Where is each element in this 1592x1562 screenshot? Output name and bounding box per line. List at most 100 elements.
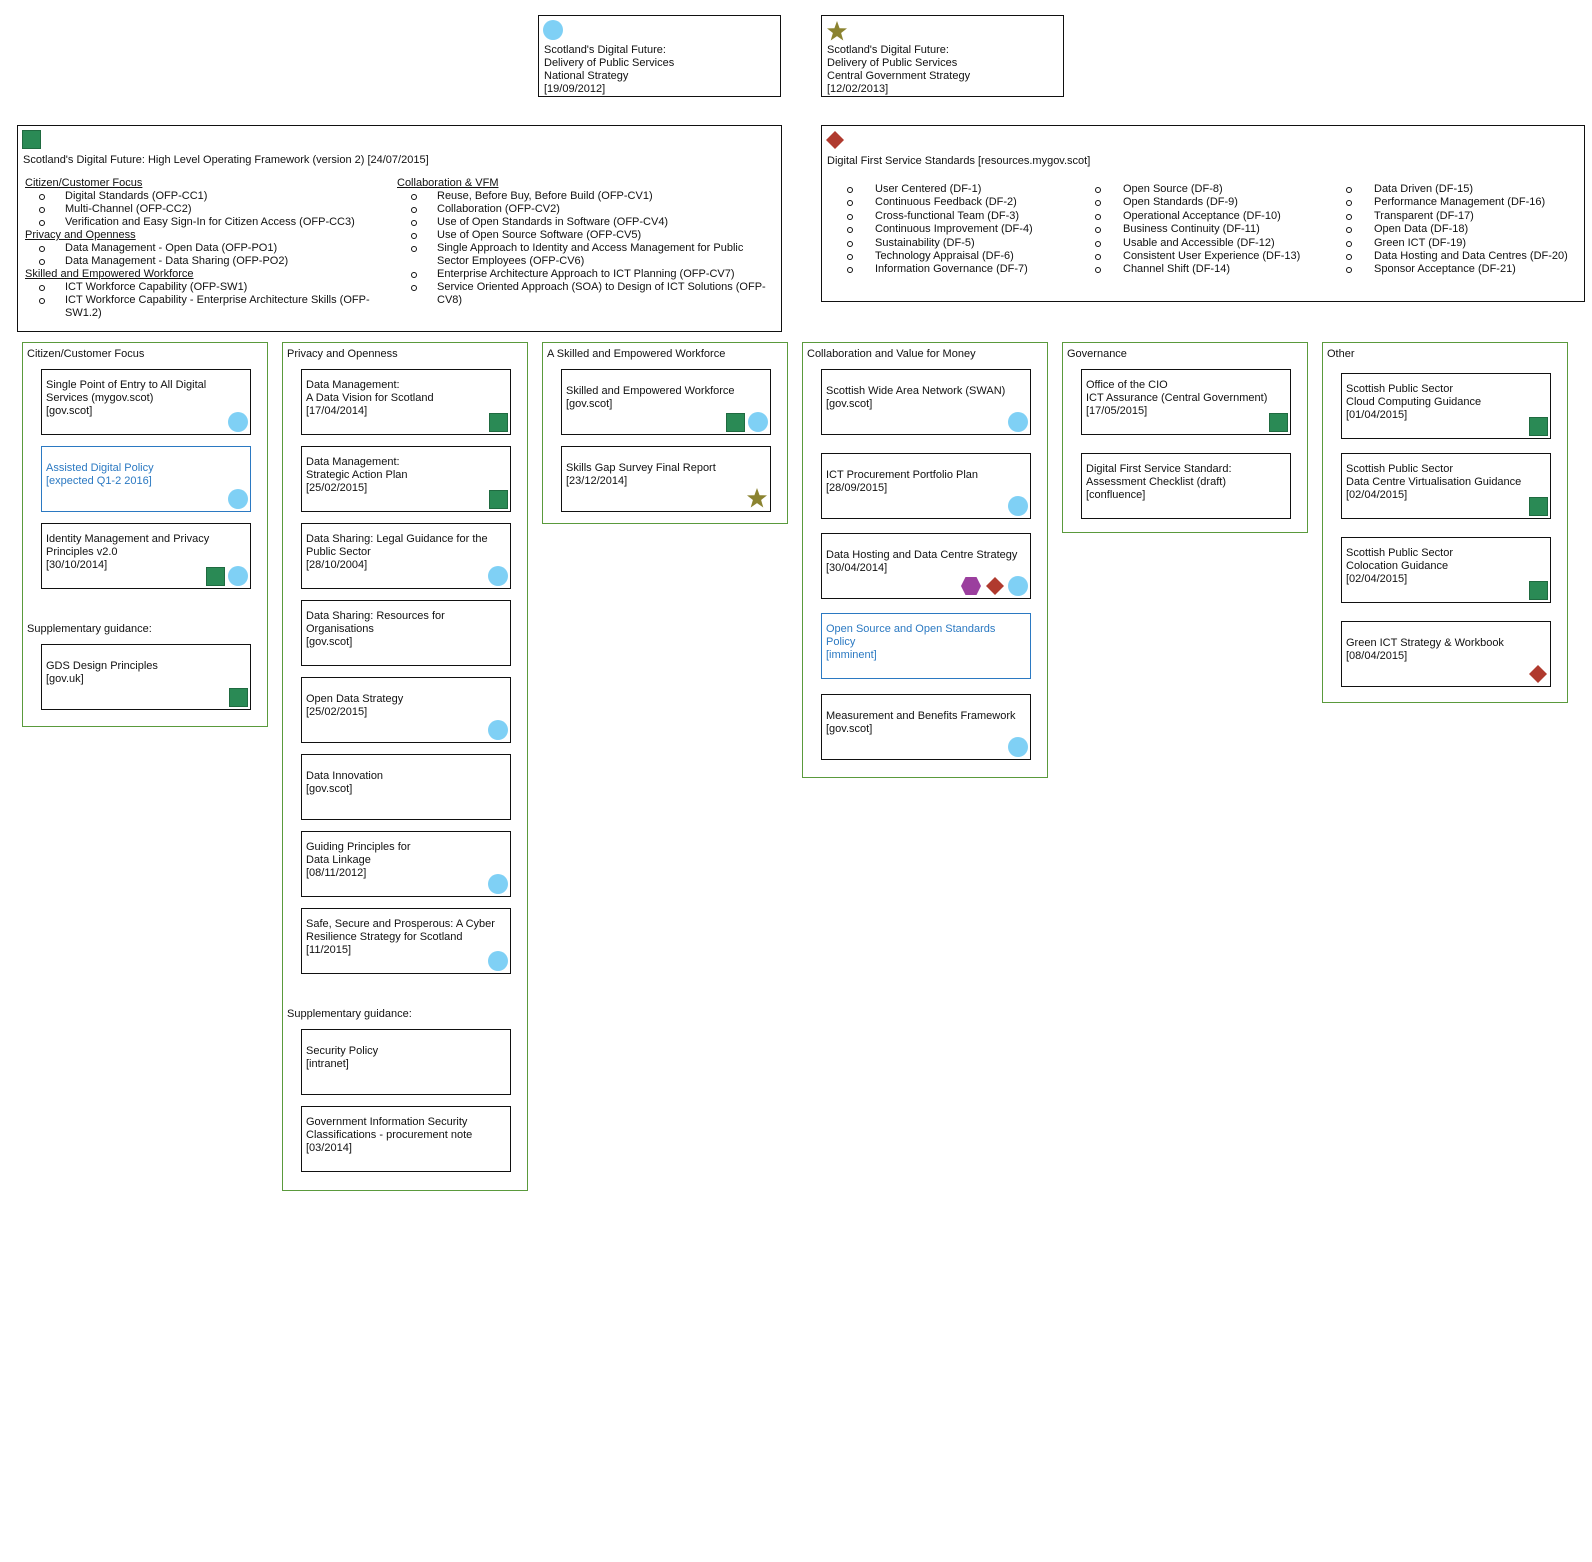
standard-item: Operational Acceptance (DF-10) <box>1095 210 1300 223</box>
framework-item: Single Approach to Identity and Access M… <box>397 242 767 268</box>
document-card[interactable]: Office of the CIO ICT Assurance (Central… <box>1081 369 1291 435</box>
source-icons <box>228 489 248 509</box>
document-card[interactable]: Data Sharing: Legal Guidance for the Pub… <box>301 523 511 589</box>
circle-icon <box>488 874 508 894</box>
circle-icon <box>543 20 563 40</box>
diamond-icon <box>825 130 845 150</box>
standard-item: Transparent (DF-17) <box>1346 210 1568 223</box>
circle-icon <box>488 566 508 586</box>
framework-item: ICT Workforce Capability - Enterprise Ar… <box>25 294 380 320</box>
framework-item: Service Oriented Approach (SOA) to Desig… <box>397 281 767 307</box>
star-icon <box>826 20 848 42</box>
document-card[interactable]: Scottish Public Sector Cloud Computing G… <box>1341 373 1551 439</box>
national-strategy-title: Scotland's Digital Future: Delivery of P… <box>544 44 675 95</box>
document-title: Safe, Secure and Prosperous: A Cyber Res… <box>306 917 495 956</box>
document-title: Single Point of Entry to All Digital Ser… <box>46 378 207 417</box>
source-icons <box>1008 737 1028 757</box>
circle-icon <box>1008 737 1028 757</box>
document-card[interactable]: Green ICT Strategy & Workbook [08/04/201… <box>1341 621 1551 687</box>
standard-item: Usable and Accessible (DF-12) <box>1095 237 1300 250</box>
document-title: Government Information Security Classifi… <box>306 1115 473 1154</box>
square-icon <box>206 566 225 586</box>
document-card[interactable]: Data Management: A Data Vision for Scotl… <box>301 369 511 435</box>
source-icons <box>726 412 768 432</box>
framework-item: Reuse, Before Buy, Before Build (OFP-CV1… <box>397 190 767 203</box>
standard-item: Performance Management (DF-16) <box>1346 196 1568 209</box>
circle-icon <box>748 412 768 432</box>
document-card[interactable]: Security Policy [intranet] <box>301 1029 511 1095</box>
document-title: Identity Management and Privacy Principl… <box>46 532 210 571</box>
document-title: Green ICT Strategy & Workbook [08/04/201… <box>1346 637 1504 662</box>
standard-item: Green ICT (DF-19) <box>1346 237 1568 250</box>
framework-item: Verification and Easy Sign-In for Citize… <box>25 216 380 229</box>
square-icon <box>1529 417 1548 436</box>
document-card[interactable]: Scottish Public Sector Colocation Guidan… <box>1341 537 1551 603</box>
framework-item: ICT Workforce Capability (OFP-SW1) <box>25 281 380 294</box>
document-card[interactable]: Data Sharing: Resources for Organisation… <box>301 600 511 666</box>
document-title: Data Management: Strategic Action Plan [… <box>306 455 408 494</box>
framework-item: Use of Open Source Software (OFP-CV5) <box>397 229 767 242</box>
document-title: Guiding Principles for Data Linkage [08/… <box>306 840 411 879</box>
document-card[interactable]: Data Innovation [gov.scot] <box>301 754 511 820</box>
framework-item: Use of Open Standards in Software (OFP-C… <box>397 216 767 229</box>
circle-icon <box>1008 496 1028 516</box>
group-other: Other Scottish Public Sector Cloud Comput… <box>1322 342 1568 703</box>
document-title: Assisted Digital Policy [expected Q1-2 2… <box>46 462 154 487</box>
standard-item: User Centered (DF-1) <box>847 183 1033 196</box>
framework-heading: Privacy and Openness <box>25 229 136 241</box>
source-icons <box>1269 413 1288 432</box>
document-card[interactable]: Data Management: Strategic Action Plan [… <box>301 446 511 512</box>
standard-item: Continuous Feedback (DF-2) <box>847 196 1033 209</box>
framework-right-column: Collaboration & VFM Reuse, Before Buy, Be… <box>397 177 767 307</box>
operating-framework-box[interactable]: Scotland's Digital Future: High Level Op… <box>17 125 782 332</box>
document-card[interactable]: Guiding Principles for Data Linkage [08/… <box>301 831 511 897</box>
standard-item: Open Source (DF-8) <box>1095 183 1300 196</box>
standards-column-2: Open Source (DF-8) Open Standards (DF-9) O… <box>1095 183 1300 277</box>
source-icons <box>1529 581 1548 600</box>
document-card[interactable]: Scottish Public Sector Data Centre Virtu… <box>1341 453 1551 519</box>
document-card[interactable]: Government Information Security Classifi… <box>301 1106 511 1172</box>
standards-column-3: Data Driven (DF-15) Performance Managemen… <box>1346 183 1568 277</box>
framework-item: Data Management - Data Sharing (OFP-PO2) <box>25 255 380 268</box>
central-strategy-title: Scotland's Digital Future: Delivery of P… <box>827 44 971 95</box>
document-card[interactable]: Digital First Service Standard: Assessme… <box>1081 453 1291 519</box>
source-icons <box>1529 497 1548 516</box>
standard-item: Open Standards (DF-9) <box>1095 196 1300 209</box>
document-card[interactable]: Skilled and Empowered Workforce [gov.sco… <box>561 369 771 435</box>
standard-item: Information Governance (DF-7) <box>847 263 1033 276</box>
national-strategy-box[interactable]: Scotland's Digital Future: Delivery of P… <box>538 15 781 97</box>
standard-item: Cross-functional Team (DF-3) <box>847 210 1033 223</box>
service-standards-box[interactable]: Digital First Service Standards [resourc… <box>821 125 1585 302</box>
document-card[interactable]: Identity Management and Privacy Principl… <box>41 523 251 589</box>
document-card[interactable]: Skills Gap Survey Final Report [23/12/20… <box>561 446 771 512</box>
circle-icon <box>1008 412 1028 432</box>
document-card[interactable]: Safe, Secure and Prosperous: A Cyber Res… <box>301 908 511 974</box>
framework-item: Data Management - Open Data (OFP-PO1) <box>25 242 380 255</box>
document-title: Scottish Public Sector Cloud Computing G… <box>1346 382 1482 421</box>
document-card[interactable]: Measurement and Benefits Framework [gov.… <box>821 694 1031 760</box>
group-governance: Governance Office of the CIO ICT Assuranc… <box>1062 342 1308 533</box>
supplementary-label: Supplementary guidance: <box>27 623 152 635</box>
square-icon <box>22 130 41 149</box>
source-icons <box>1008 412 1028 432</box>
document-card[interactable]: Assisted Digital Policy [expected Q1-2 2… <box>41 446 251 512</box>
document-card[interactable]: GDS Design Principles [gov.uk] <box>41 644 251 710</box>
document-title: Open Data Strategy [25/02/2015] <box>306 693 404 718</box>
source-icons <box>229 688 248 707</box>
document-card[interactable]: Open Source and Open Standards Policy [i… <box>821 613 1031 679</box>
document-card[interactable]: Open Data Strategy [25/02/2015] <box>301 677 511 743</box>
group-title: Citizen/Customer Focus <box>27 348 145 360</box>
document-card[interactable]: Single Point of Entry to All Digital Ser… <box>41 369 251 435</box>
source-icons <box>489 413 508 432</box>
document-title: Data Management: A Data Vision for Scotl… <box>306 378 434 417</box>
central-strategy-box[interactable]: Scotland's Digital Future: Delivery of P… <box>821 15 1064 97</box>
group-privacy-and-openness: Privacy and Openness Data Management: A D… <box>282 342 528 1191</box>
document-title: ICT Procurement Portfolio Plan [28/09/20… <box>826 469 979 494</box>
document-card[interactable]: Data Hosting and Data Centre Strategy [3… <box>821 533 1031 599</box>
document-card[interactable]: ICT Procurement Portfolio Plan [28/09/20… <box>821 453 1031 519</box>
group-title: Other <box>1327 348 1355 360</box>
framework-item: Digital Standards (OFP-CC1) <box>25 190 380 203</box>
document-title: Security Policy [intranet] <box>306 1045 379 1070</box>
document-card[interactable]: Scottish Wide Area Network (SWAN) [gov.s… <box>821 369 1031 435</box>
document-title: Measurement and Benefits Framework [gov.… <box>826 710 1016 735</box>
